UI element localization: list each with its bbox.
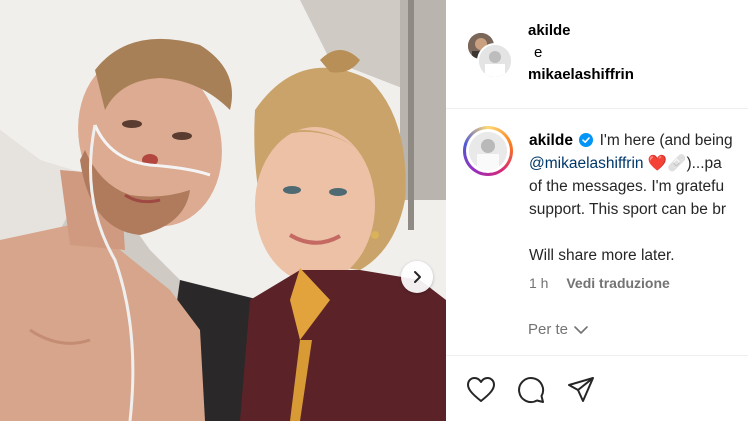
caption-username[interactable]: akilde (529, 132, 573, 149)
caption-text-2: )...pa (686, 155, 722, 172)
comment-button[interactable] (516, 375, 546, 405)
post-photo[interactable] (0, 0, 446, 421)
avatar-photo (469, 132, 507, 170)
comment-bubble-icon (518, 377, 545, 404)
avatar-image (479, 45, 511, 77)
send-icon (568, 377, 594, 402)
caption-line-4: support. This sport can be br (529, 201, 727, 218)
chevron-right-icon (414, 271, 421, 283)
header-conjunction: e (534, 44, 543, 61)
avatar-ring-gap (466, 129, 510, 173)
like-button[interactable] (466, 375, 496, 405)
avatar-image (469, 132, 507, 170)
post-header: akilde e mikaelashiffrin (446, 0, 748, 109)
divider (446, 355, 748, 356)
post-time: 1 h (529, 275, 549, 291)
mention-link[interactable]: @mikaelashiffrin (529, 155, 644, 172)
translate-link[interactable]: Vedi traduzione (566, 275, 669, 291)
caption-line-3: of the messages. I'm gratefu (529, 178, 725, 195)
caption-avatar[interactable] (463, 126, 513, 176)
next-photo-button[interactable] (401, 261, 433, 293)
collab-usernames: akilde e mikaelashiffrin (528, 20, 634, 86)
chevron-down-icon (574, 325, 588, 334)
heart-bandage-emoji: ❤️🩹 (647, 155, 687, 172)
header-username-akilde[interactable]: akilde (528, 20, 634, 42)
for-you-dropdown[interactable]: Per te (528, 321, 589, 338)
caption-text-1: I'm here (and being (599, 132, 733, 149)
post-side-panel: akilde e mikaelashiffrin akilde I'm here… (446, 0, 748, 421)
verified-badge-icon (579, 133, 594, 147)
header-username-mikaelashiffrin[interactable]: mikaelashiffrin (528, 64, 634, 86)
caption-meta: 1 h Vedi traduzione (529, 275, 670, 291)
post-caption: akilde I'm here (and being @mikaelashiff… (529, 129, 748, 267)
for-you-label: Per te (528, 321, 569, 338)
action-bar (466, 375, 616, 405)
caption-line-1: akilde I'm here (and being (529, 129, 748, 152)
caption-line-5: Will share more later. (529, 247, 675, 264)
heart-icon (467, 377, 495, 402)
caption-line-2: @mikaelashiffrin ❤️🩹)...pa (529, 152, 748, 175)
share-button[interactable] (566, 375, 596, 405)
avatar-mikaelashiffrin-small[interactable] (477, 43, 513, 79)
post-image (0, 0, 446, 421)
